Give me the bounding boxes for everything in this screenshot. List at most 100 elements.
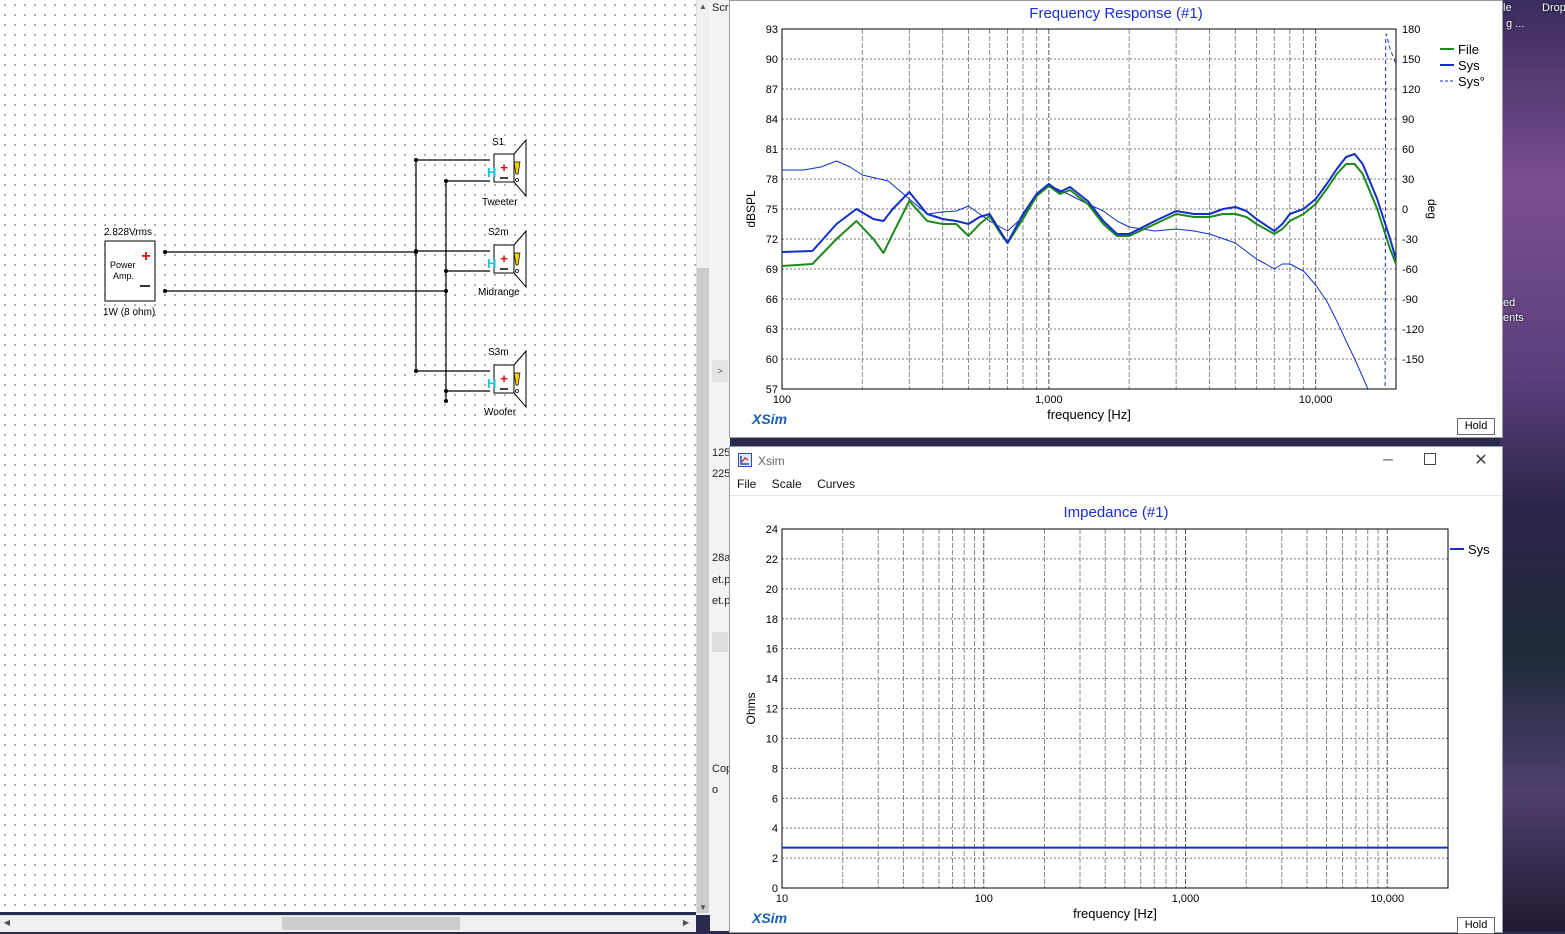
y2-tick-label: 120 [1402,84,1420,96]
scroll-right-arrow-icon[interactable]: ▶ [681,918,691,927]
speaker-name: Woofer [484,407,517,418]
wire-nodes [163,158,448,403]
y-axis-label: Ohms [744,692,758,724]
y2-tick-label: 30 [1402,174,1414,186]
y-tick-label: 2 [772,853,778,865]
speaker-id: S3m [488,347,509,358]
h-marker: H [487,165,496,180]
y2-tick-label: 60 [1402,144,1414,156]
y2-tick-label: 0 [1402,204,1408,216]
x-tick-label: 100 [773,394,791,406]
series-line-sys [1384,33,1396,387]
legend-label: File [1458,42,1479,57]
y-tick-label: 18 [766,614,778,626]
speaker-s3-symbol: + H [487,349,527,409]
bg-text: 225 [712,468,731,480]
svg-text:+: + [500,160,508,175]
amp-label-2: Amp. [113,271,135,281]
y-tick-label: 66 [766,294,778,306]
desktop-icon-label[interactable]: Drop [1542,2,1565,14]
x-axis-label: frequency [Hz] [1073,906,1157,921]
speaker-name: Midrange [478,287,520,298]
y-tick-label: 78 [766,174,778,186]
speaker-s2-symbol: + H [487,229,527,289]
y-tick-label: 90 [766,54,778,66]
svg-text:+: + [141,248,150,265]
legend-label: Sys° [1458,74,1485,89]
vertical-scroll-thumb[interactable] [697,268,709,913]
bg-text: et.p [712,574,731,586]
scroll-left-arrow-icon[interactable]: ◀ [2,918,12,927]
x-tick-label: 10,000 [1370,893,1404,905]
y-tick-label: 16 [766,644,778,656]
xsim-brand-label: XSim [752,411,788,427]
x-tick-label: 1,000 [1035,394,1063,406]
y2-tick-label: 180 [1402,24,1420,36]
expand-arrow-icon[interactable]: > [712,360,728,382]
y2-axis-label: deg [1425,199,1439,219]
schematic-canvas[interactable]: + + H + H + H 2.828Vrms Power Amp. 1W (8… [0,0,696,912]
bg-text: o [712,784,719,796]
desktop-background: le Drop g ... ed ents [1500,0,1565,931]
bg-text: Scr [712,2,729,14]
y2-tick-label: -60 [1402,264,1418,276]
svg-text:H: H [487,376,496,391]
speaker-s1-symbol: + H [487,138,527,198]
scroll-down-arrow-icon[interactable]: ▼ [697,903,709,912]
scroll-up-arrow-icon[interactable]: ▲ [697,2,709,11]
svg-text:H: H [487,256,496,271]
svg-text:+: + [500,251,508,266]
y-tick-label: 75 [766,204,778,216]
horizontal-scroll-thumb[interactable] [282,917,460,930]
frequency-response-window[interactable]: Frequency Response (#1) 93 90 87 84 81 78 75 72… [729,0,1503,438]
y-tick-label: 87 [766,84,778,96]
y-tick-label: 69 [766,264,778,276]
hold-button[interactable]: Hold [1457,418,1495,435]
legend-label: Sys [1458,58,1480,73]
desktop-icon-label[interactable]: le [1503,2,1512,14]
y-tick-label: 20 [766,584,778,596]
desktop-icon-label[interactable]: g ... [1506,18,1524,30]
y2-tick-label: -90 [1402,294,1418,306]
frequency-response-chart: 9390878481787572696663605718015012090603… [744,24,1485,422]
y-tick-label: 93 [766,24,778,36]
y-tick-label: 63 [766,324,778,336]
y2-tick-label: 90 [1402,114,1414,126]
xsim-brand-label: XSim [752,910,788,926]
x-tick-label: 1,000 [1172,893,1200,905]
desktop-icon-label[interactable]: ents [1503,312,1524,324]
bg-block [712,632,728,652]
legend-label: Sys [1468,542,1490,557]
y-tick-label: 14 [766,674,778,686]
x-axis-label: frequency [Hz] [1047,407,1131,422]
speaker-id: S2m [488,227,509,238]
y2-tick-label: 150 [1402,54,1420,66]
x-tick-label: 10,000 [1299,394,1333,406]
y-tick-label: 6 [772,793,778,805]
x-tick-label: 10 [776,893,788,905]
y2-tick-label: -120 [1402,324,1424,336]
y-tick-label: 81 [766,144,778,156]
background-window-strip: Scr > 125 225 28a et.p et.p Cop o [710,0,732,931]
y-tick-label: 10 [766,733,778,745]
y-tick-label: 60 [766,354,778,366]
amp-label-1: Power [110,260,136,270]
x-tick-label: 100 [975,893,993,905]
y-tick-label: 8 [772,763,778,775]
y-tick-label: 84 [766,114,778,126]
impedance-window[interactable]: Xsim ─ ✕ File Scale Curves Impedance (#1… [729,446,1503,934]
bg-text: et.p [712,595,731,607]
y-axis-label: dBSPL [744,190,758,228]
hold-button[interactable]: Hold [1457,917,1495,934]
y-tick-label: 24 [766,524,778,536]
speaker-name: Tweeter [482,197,518,208]
speaker-id: S1 [492,137,505,148]
y-tick-label: 4 [772,823,778,835]
amp-power: 1W (8 ohm) [103,307,156,318]
y-tick-label: 22 [766,554,778,566]
amp-voltage: 2.828Vrms [104,227,152,238]
svg-text:+: + [500,371,508,386]
y-tick-label: 72 [766,234,778,246]
desktop-icon-label[interactable]: ed [1503,297,1515,309]
y2-tick-label: -150 [1402,354,1424,366]
